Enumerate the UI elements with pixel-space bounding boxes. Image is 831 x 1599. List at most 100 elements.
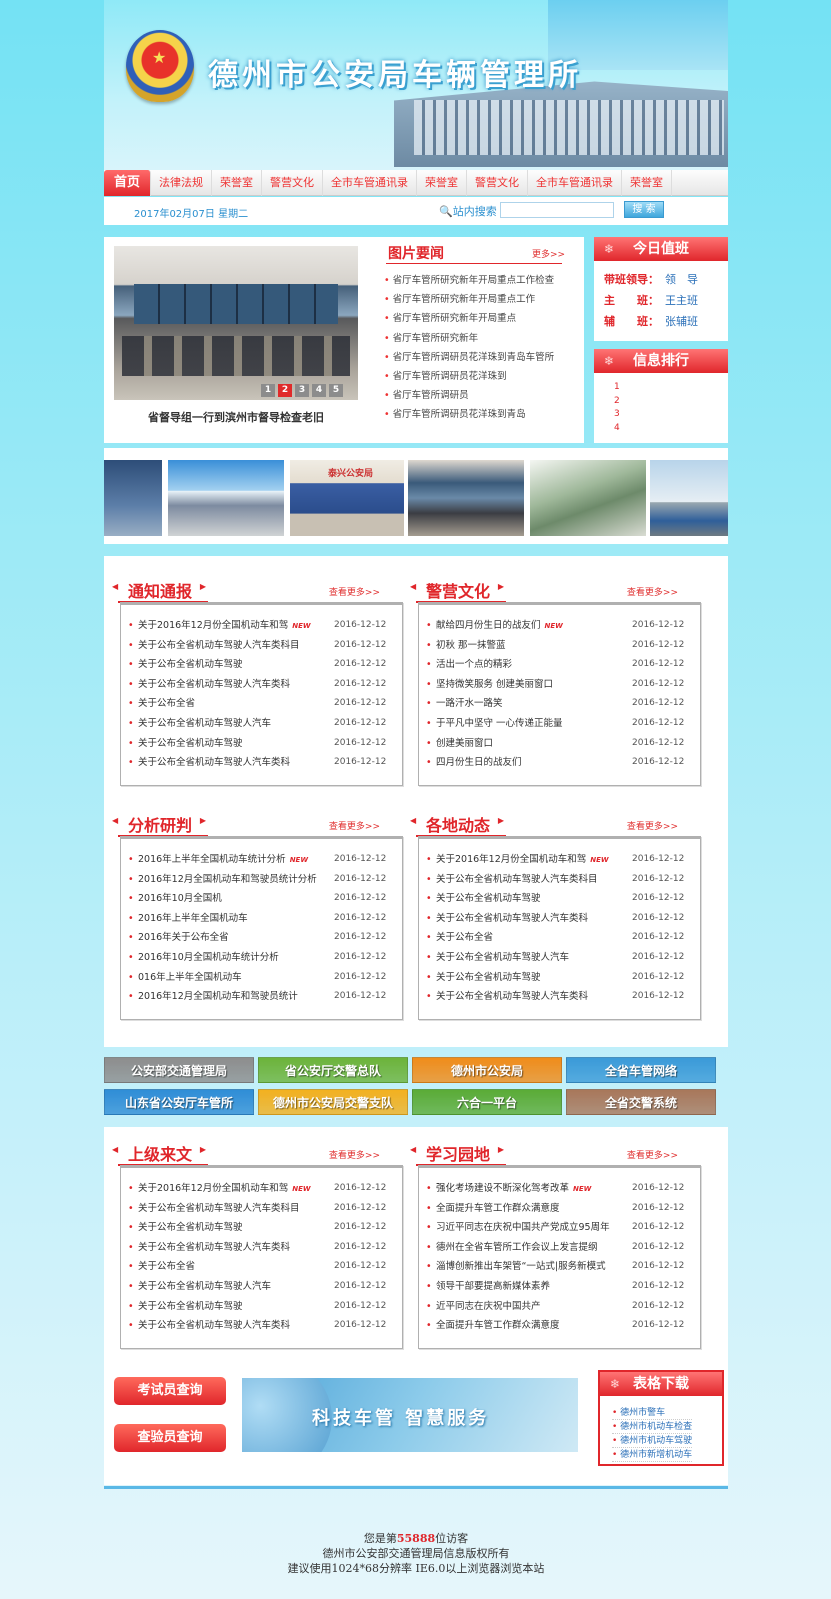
list-item[interactable]: 关于公布全省机动车驾驶人汽车类科2016-12-12 (128, 675, 392, 695)
list-item[interactable]: 于平凡中坚守 一心传递正能量2016-12-12 (426, 714, 690, 734)
thumb-exam-hall[interactable] (104, 460, 162, 536)
list-item[interactable]: 近平同志在庆祝中国共产2016-12-12 (426, 1297, 690, 1317)
slide-page-2[interactable]: 2 (278, 384, 292, 397)
focus-caption[interactable]: 省督导组一行到滨州市督导检查老旧 (114, 409, 358, 425)
list-item[interactable]: 初秋 那一抹警蓝2016-12-12 (426, 636, 690, 656)
nav-home[interactable]: 首页 (104, 170, 152, 196)
list-item[interactable]: 省厅车管所研究新年开局重点工作 (384, 290, 554, 309)
list-item[interactable]: 3 (614, 409, 620, 423)
thumb-aerial-view[interactable] (530, 460, 646, 536)
list-item[interactable]: 2016年上半年全国机动车统计分析NEW2016-12-12 (128, 850, 392, 870)
search-button[interactable]: 搜 索 (624, 201, 664, 218)
nav-directory[interactable]: 全市车管通讯录 (323, 170, 418, 196)
list-item[interactable]: 关于公布全省机动车驾驶2016-12-12 (426, 968, 690, 988)
local-news-more-link[interactable]: 查看更多>> (627, 819, 678, 832)
thumb-control-room[interactable] (408, 460, 524, 536)
list-item[interactable]: 2016年12月全国机动车和驾驶员统计分析2016-12-12 (128, 870, 392, 890)
examiner-query-button[interactable]: 考试员查询 (114, 1377, 226, 1405)
nav-culture[interactable]: 警营文化 (262, 170, 324, 196)
slide-page-5[interactable]: 5 (329, 384, 343, 397)
list-item[interactable]: 四月份生日的战友们2016-12-12 (426, 753, 690, 773)
link-dezhou-traffic-detachment[interactable]: 德州市公安局交警支队 (258, 1089, 408, 1115)
list-item[interactable]: 关于公布全省机动车驾驶人汽车2016-12-12 (426, 948, 690, 968)
list-item[interactable]: 德州市警车 (612, 1406, 693, 1420)
list-item[interactable]: 省厅车管所研究新年 (384, 329, 554, 348)
study-more-link[interactable]: 查看更多>> (627, 1148, 678, 1161)
list-item[interactable]: 活出一个点的精彩2016-12-12 (426, 655, 690, 675)
list-item[interactable]: 关于公布全省机动车驾驶2016-12-12 (128, 1297, 392, 1317)
list-item[interactable]: 关于公布全省机动车驾驶人汽车类科目2016-12-12 (128, 636, 392, 656)
list-item[interactable]: 关于2016年12月份全国机动车和驾NEW2016-12-12 (426, 850, 690, 870)
analysis-more-link[interactable]: 查看更多>> (329, 819, 380, 832)
list-item[interactable]: 献给四月份生日的战友们NEW2016-12-12 (426, 616, 690, 636)
slogan-banner[interactable]: 科技车管 智慧服务 (242, 1378, 578, 1452)
list-item[interactable]: 关于公布全省2016-12-12 (128, 1257, 392, 1277)
list-item[interactable]: 关于公布全省机动车驾驶人汽车类科目2016-12-12 (426, 870, 690, 890)
list-item[interactable]: 省厅车管所研究新年开局重点 (384, 309, 554, 328)
list-item[interactable]: 省厅车管所研究新年开局重点工作检查 (384, 271, 555, 290)
list-item[interactable]: 创建美丽窗口2016-12-12 (426, 734, 690, 754)
list-item[interactable]: 2 (614, 396, 620, 410)
list-item[interactable]: 全面提升车管工作群众满意度2016-12-12 (426, 1199, 690, 1219)
picnews-more-link[interactable]: 更多>> (532, 247, 565, 260)
notice-more-link[interactable]: 查看更多>> (329, 585, 380, 598)
nav-culture-2[interactable]: 警营文化 (467, 170, 529, 196)
list-item[interactable]: 关于公布全省2016-12-12 (128, 694, 392, 714)
inspector-query-button[interactable]: 查验员查询 (114, 1424, 226, 1452)
list-item[interactable]: 省厅车管所调研员花洋珠到 (384, 367, 554, 386)
culture-more-link[interactable]: 查看更多>> (627, 585, 678, 598)
list-item[interactable]: 关于公布全省机动车驾驶人汽车2016-12-12 (128, 714, 392, 734)
thumb-truck[interactable] (650, 460, 728, 536)
list-item[interactable]: 关于公布全省机动车驾驶人汽车2016-12-12 (128, 1277, 392, 1297)
list-item[interactable]: 2016年12月全国机动车和驾驶员统计2016-12-12 (128, 987, 392, 1007)
list-item[interactable]: 关于公布全省机动车驾驶人汽车类科2016-12-12 (128, 1316, 392, 1336)
link-shandong-vehicle-office[interactable]: 山东省公安厅车管所 (104, 1089, 254, 1115)
list-item[interactable]: 强化考场建设不断深化驾考改革NEW2016-12-12 (426, 1179, 690, 1199)
nav-laws[interactable]: 法律法规 (151, 170, 213, 196)
list-item[interactable]: 关于公布全省机动车驾驶2016-12-12 (128, 1218, 392, 1238)
list-item[interactable]: 2016年10月全国机2016-12-12 (128, 889, 392, 909)
link-dezhou-police[interactable]: 德州市公安局 (412, 1057, 562, 1083)
list-item[interactable]: 关于公布全省机动车驾驶人汽车类科2016-12-12 (426, 909, 690, 929)
nav-honor-3[interactable]: 荣誉室 (622, 170, 673, 196)
list-item[interactable]: 坚持微笑服务 创建美丽窗口2016-12-12 (426, 675, 690, 695)
list-item[interactable]: 全面提升车管工作群众满意度2016-12-12 (426, 1316, 690, 1336)
list-item[interactable]: 关于公布全省机动车驾驶人汽车类科2016-12-12 (128, 1238, 392, 1258)
list-item[interactable]: 关于公布全省2016-12-12 (426, 928, 690, 948)
slide-page-4[interactable]: 4 (312, 384, 326, 397)
list-item[interactable]: 关于2016年12月份全国机动车和驾NEW2016-12-12 (128, 616, 392, 636)
list-item[interactable]: 关于公布全省机动车驾驶人汽车类科2016-12-12 (426, 987, 690, 1007)
list-item[interactable]: 2016年10月全国机动车统计分析2016-12-12 (128, 948, 392, 968)
superior-docs-more-link[interactable]: 查看更多>> (329, 1148, 380, 1161)
list-item[interactable]: 淄博创新推出车架管“一站式|服务新模式2016-12-12 (426, 1257, 690, 1277)
list-item[interactable]: 4 (614, 423, 620, 437)
focus-photo[interactable]: 1 2 3 4 5 (114, 246, 358, 400)
list-item[interactable]: 领导干部要提高新媒体素养2016-12-12 (426, 1277, 690, 1297)
list-item[interactable]: 习近平同志在庆祝中国共产党成立95周年2016-12-12 (426, 1218, 690, 1238)
list-item[interactable]: 德州市机动车检查 (612, 1420, 693, 1434)
nav-directory-2[interactable]: 全市车管通讯录 (528, 170, 623, 196)
list-item[interactable]: 省厅车管所调研员 (384, 386, 554, 405)
nav-honor-2[interactable]: 荣誉室 (417, 170, 468, 196)
search-input[interactable] (500, 202, 614, 218)
list-item[interactable]: 016年上半年全国机动车2016-12-12 (128, 968, 392, 988)
list-item[interactable]: 关于公布全省机动车驾驶2016-12-12 (426, 889, 690, 909)
list-item[interactable]: 一路汗水一路笑2016-12-12 (426, 694, 690, 714)
list-item[interactable]: 关于2016年12月份全国机动车和驾NEW2016-12-12 (128, 1179, 392, 1199)
thumb-building-1[interactable] (168, 460, 284, 536)
list-item[interactable]: 关于公布全省机动车驾驶人汽车类科目2016-12-12 (128, 1199, 392, 1219)
list-item[interactable]: 关于公布全省机动车驾驶2016-12-12 (128, 655, 392, 675)
list-item[interactable]: 省厅车管所调研员花洋珠到青岛车管所 (384, 348, 555, 367)
link-provincial-traffic-police[interactable]: 省公安厅交警总队 (258, 1057, 408, 1083)
list-item[interactable]: 德州市机动车驾驶 (612, 1434, 693, 1448)
nav-honor[interactable]: 荣誉室 (212, 170, 263, 196)
link-traffic-police-system[interactable]: 全省交警系统 (566, 1089, 716, 1115)
link-ministry-traffic[interactable]: 公安部交通管理局 (104, 1057, 254, 1083)
slide-page-3[interactable]: 3 (295, 384, 309, 397)
list-item[interactable]: 关于公布全省机动车驾驶人汽车类科2016-12-12 (128, 753, 392, 773)
link-vehicle-network[interactable]: 全省车管网络 (566, 1057, 716, 1083)
list-item[interactable]: 1 (614, 382, 620, 396)
list-item[interactable]: 关于公布全省机动车驾驶2016-12-12 (128, 734, 392, 754)
link-six-in-one-platform[interactable]: 六合一平台 (412, 1089, 562, 1115)
list-item[interactable]: 2016年上半年全国机动车2016-12-12 (128, 909, 392, 929)
